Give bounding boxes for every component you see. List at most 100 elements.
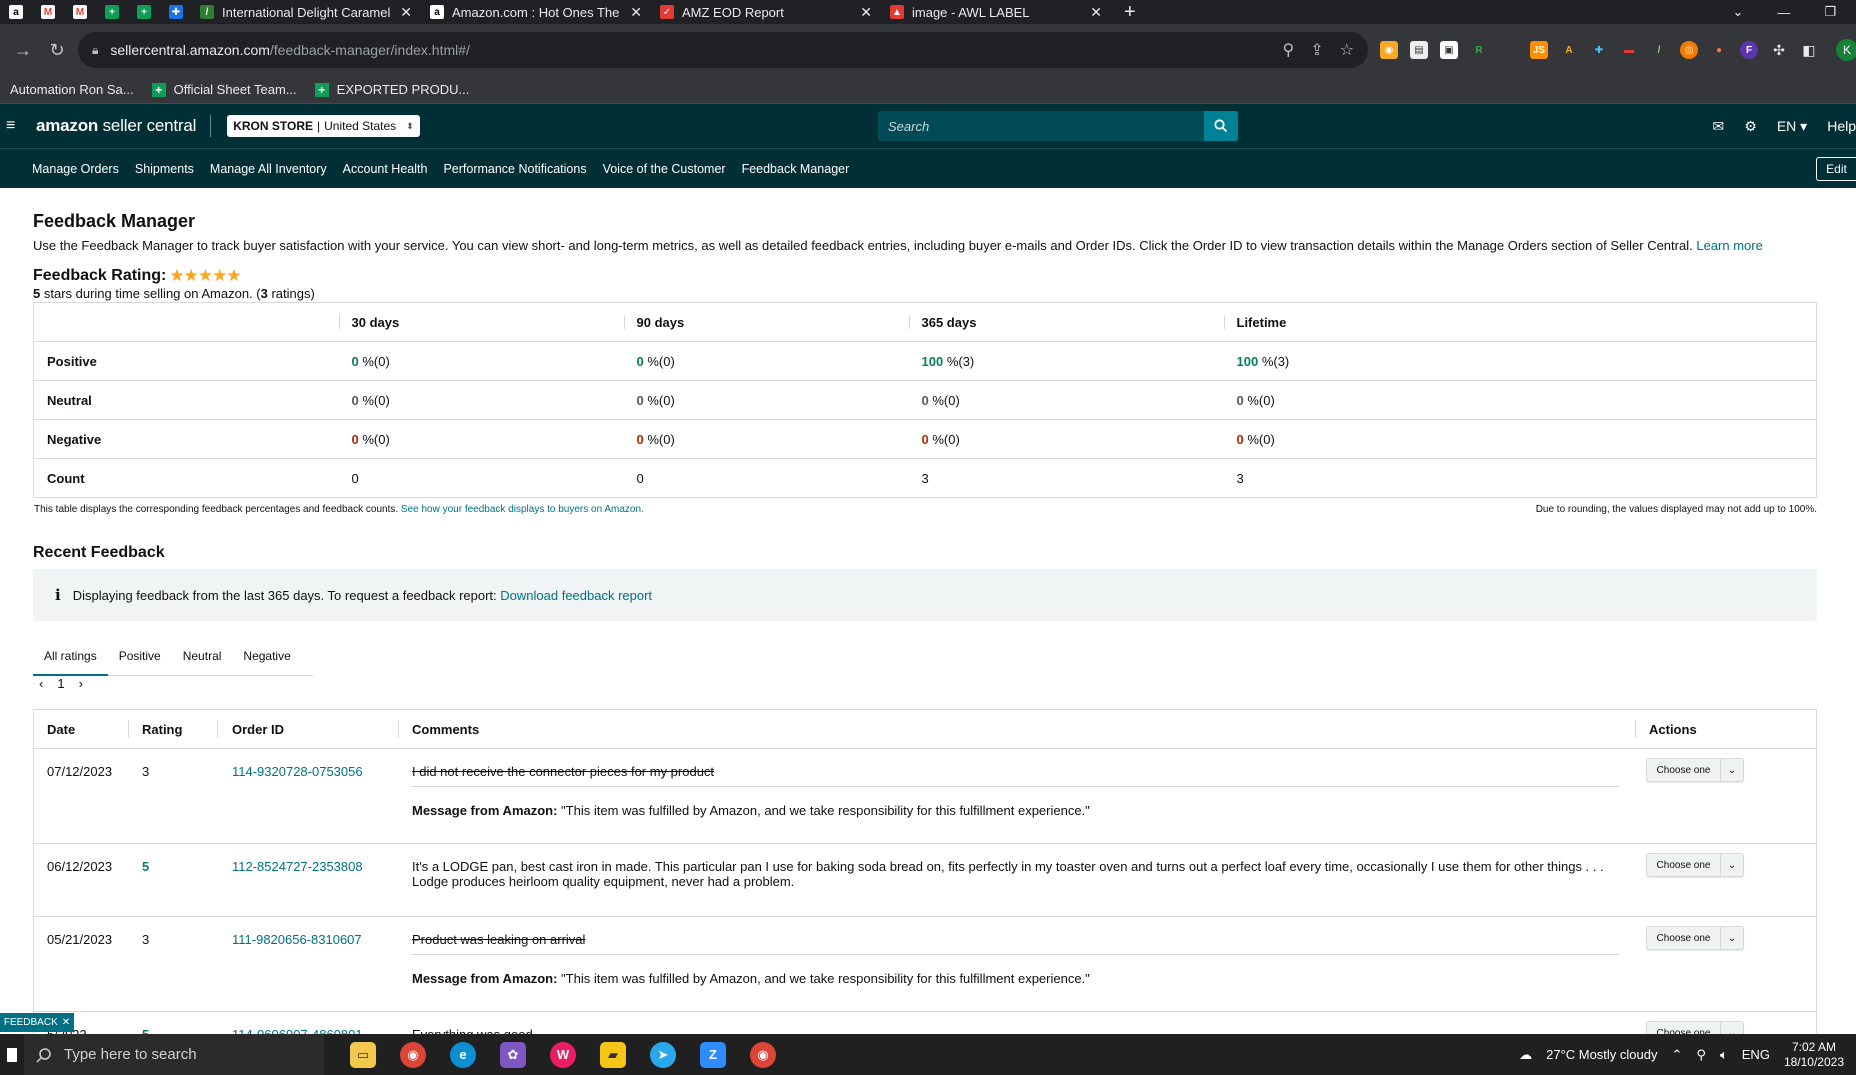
language-indicator[interactable]: ENG (1742, 1047, 1770, 1062)
nav-voice-of-customer[interactable]: Voice of the Customer (603, 162, 726, 176)
new-tab-icon[interactable]: + (1124, 1, 1136, 24)
sidepanel-icon[interactable]: ◧ (1800, 41, 1818, 59)
menu-icon[interactable]: ≡ (6, 117, 24, 135)
feedback-tab[interactable]: FEEDBACK ✕ (0, 1013, 74, 1032)
minimize-icon[interactable]: — (1777, 5, 1790, 20)
volume-icon[interactable]: 🔈︎ (1720, 1047, 1728, 1063)
search-button[interactable] (1204, 111, 1238, 141)
pinned-tab[interactable]: + (128, 0, 160, 24)
extension-icon[interactable]: JS (1530, 41, 1548, 59)
info-alert: i Displaying feedback from the last 365 … (33, 569, 1817, 621)
amazon-message: Message from Amazon: "This item was fulf… (412, 803, 1090, 818)
extension-icon[interactable]: ▣ (1440, 41, 1458, 59)
nav-performance-notifications[interactable]: Performance Notifications (443, 162, 586, 176)
zoom-app-icon[interactable]: Z (700, 1041, 726, 1068)
edge-icon[interactable]: e (450, 1041, 476, 1068)
extension-icon[interactable]: F (1740, 41, 1758, 59)
bookmark-item[interactable]: + EXPORTED PRODU... (314, 82, 469, 97)
feedback-display-link[interactable]: See how your feedback displays to buyers… (401, 504, 644, 515)
extension-icon[interactable]: ◎ (1680, 41, 1698, 59)
file-explorer-icon[interactable]: ▭ (350, 1041, 376, 1068)
extension-icon[interactable]: A (1560, 41, 1578, 59)
tab-all-ratings[interactable]: All ratings (33, 642, 108, 676)
url-input[interactable]: 🔒︎ sellercentral.amazon.com/feedback-man… (78, 32, 1368, 68)
page-number[interactable]: 1 (57, 676, 64, 691)
sticky-notes-icon[interactable]: ▰ (600, 1041, 626, 1068)
chrome-icon[interactable]: ◉ (750, 1041, 776, 1068)
pinned-tab[interactable]: + (96, 0, 128, 24)
browser-tab[interactable]: ✓ AMZ EOD Report ✕ (652, 0, 882, 24)
summary-cell: 0 %(0) (623, 341, 909, 381)
action-select[interactable]: Choose one ⌄ (1646, 853, 1744, 877)
nav-feedback-manager[interactable]: Feedback Manager (742, 162, 850, 176)
pinned-tab[interactable]: M (32, 0, 64, 24)
extension-icon[interactable]: ▬ (1620, 41, 1638, 59)
seller-central-logo[interactable]: amazon seller central (36, 116, 196, 136)
zoom-icon[interactable]: ⚲ (1283, 40, 1295, 60)
extension-icon[interactable]: ▤ (1410, 41, 1428, 59)
extension-icon[interactable]: / (1650, 41, 1668, 59)
action-select[interactable]: Choose one ⌄ (1646, 758, 1744, 782)
share-icon[interactable]: ⇪ (1310, 40, 1323, 60)
close-icon[interactable]: ✕ (630, 4, 642, 21)
help-link[interactable]: Help (1827, 118, 1856, 134)
app-icon[interactable]: ✿ (500, 1041, 526, 1068)
tab-negative[interactable]: Negative (232, 642, 301, 676)
chevron-left-icon[interactable]: ‹ (39, 676, 43, 691)
reload-icon[interactable]: ↻ (40, 40, 74, 61)
nav-shipments[interactable]: Shipments (135, 162, 194, 176)
extension-icon[interactable]: R (1470, 41, 1488, 59)
learn-more-link[interactable]: Learn more (1696, 238, 1762, 253)
profile-avatar[interactable]: K (1836, 39, 1856, 61)
browser-tab[interactable]: / International Delight Caramel M ✕ (192, 0, 422, 24)
restore-icon[interactable]: ❐ (1824, 4, 1836, 20)
extension-icon[interactable]: ◉ (1380, 41, 1398, 59)
close-icon[interactable]: ✕ (400, 4, 412, 21)
mail-icon[interactable]: ✉ (1713, 118, 1725, 135)
chrome-icon[interactable]: ◉ (400, 1041, 426, 1068)
bookmark-star-icon[interactable]: ☆ (1340, 40, 1354, 60)
store-selector[interactable]: KRON STORE | United States ⬍ (227, 115, 420, 137)
network-icon[interactable]: ⚲ (1696, 1047, 1706, 1063)
gear-icon[interactable]: ⚙ (1744, 118, 1757, 135)
pinned-tab[interactable]: a (0, 0, 32, 24)
bookmark-item[interactable]: + Official Sheet Team... (151, 82, 297, 97)
forward-icon[interactable]: → (6, 40, 40, 61)
close-icon[interactable]: ✕ (1090, 4, 1102, 21)
pinned-tab[interactable]: M (64, 0, 96, 24)
tab-positive[interactable]: Positive (108, 642, 172, 676)
order-id-link[interactable]: 112-8524727-2353808 (232, 859, 363, 874)
edit-nav-button[interactable]: Edit (1816, 157, 1856, 181)
weather-text[interactable]: 27°C Mostly cloudy (1546, 1047, 1657, 1062)
bookmark-item[interactable]: Automation Ron Sa... (10, 82, 134, 97)
extension-icon[interactable]: ● (1710, 41, 1728, 59)
app-icon[interactable]: W (550, 1041, 576, 1068)
order-id-link[interactable]: 114-9320728-0753056 (232, 764, 363, 779)
nav-account-health[interactable]: Account Health (343, 162, 428, 176)
browser-tab[interactable]: ▲ image - AWL LABEL ✕ (882, 0, 1112, 24)
extension-icon[interactable]: ✚ (1590, 41, 1608, 59)
pinned-tab[interactable]: ✚ (160, 0, 192, 24)
summary-cell: 0 %(0) (908, 380, 1224, 420)
clock[interactable]: 7:02 AM 18/10/2023 (1784, 1040, 1844, 1070)
close-icon[interactable]: ✕ (62, 1017, 70, 1028)
taskbar-search-input[interactable]: Type here to search (24, 1034, 324, 1075)
chevron-down-icon[interactable]: ⌄ (1732, 4, 1743, 20)
language-selector[interactable]: EN ▾ (1777, 118, 1807, 135)
store-name: KRON STORE (233, 119, 313, 133)
search-input[interactable]: Search (878, 111, 1238, 141)
start-button[interactable] (0, 1034, 24, 1075)
browser-tab[interactable]: a Amazon.com : Hot Ones The Las ✕ (422, 0, 652, 24)
download-report-link[interactable]: Download feedback report (500, 588, 652, 603)
close-icon[interactable]: ✕ (860, 4, 872, 21)
order-id-link[interactable]: 111-9820656-8310607 (232, 932, 362, 947)
extension-icon[interactable] (1500, 41, 1518, 59)
nav-manage-orders[interactable]: Manage Orders (32, 162, 119, 176)
chevron-up-icon[interactable]: ⌃ (1672, 1047, 1683, 1063)
telegram-icon[interactable]: ➤ (650, 1041, 676, 1068)
tab-neutral[interactable]: Neutral (172, 642, 233, 676)
action-select[interactable]: Choose one ⌄ (1646, 926, 1744, 950)
chevron-right-icon[interactable]: › (79, 676, 83, 691)
puzzle-icon[interactable]: ✣ (1770, 41, 1788, 59)
nav-manage-inventory[interactable]: Manage All Inventory (210, 162, 327, 176)
